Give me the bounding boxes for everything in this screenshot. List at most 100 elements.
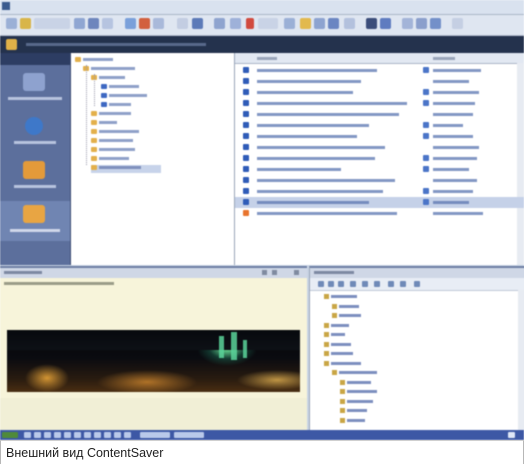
toolbar-icon[interactable]	[88, 18, 99, 29]
tree-node[interactable]	[91, 138, 133, 146]
pane-control-icon[interactable]	[262, 270, 267, 275]
start-button[interactable]	[2, 432, 18, 438]
toolbar-icon[interactable]	[374, 281, 380, 287]
toolbar-icon[interactable]	[388, 281, 394, 287]
property-item[interactable]	[332, 303, 359, 312]
list-item[interactable]	[235, 153, 524, 164]
toolbar-icon[interactable]	[300, 18, 311, 29]
toolbar-icon[interactable]	[153, 18, 164, 29]
taskbar-icon[interactable]	[44, 432, 51, 438]
taskbar-icon[interactable]	[64, 432, 71, 438]
list-item[interactable]	[235, 98, 524, 109]
menu-item[interactable]	[128, 1, 146, 4]
list-item[interactable]	[235, 175, 524, 186]
toolbar-icon[interactable]	[452, 18, 463, 29]
property-item[interactable]	[340, 389, 377, 397]
menu-item[interactable]	[22, 1, 40, 4]
list-item[interactable]	[235, 197, 524, 208]
pane-control-icon[interactable]	[272, 270, 277, 275]
list-item[interactable]	[235, 87, 524, 98]
menu-item[interactable]	[105, 1, 127, 4]
toolbar-icon[interactable]	[430, 18, 441, 29]
tree-node-selected[interactable]	[91, 165, 161, 173]
toolbar-icon[interactable]	[34, 18, 70, 29]
tree-node[interactable]	[101, 102, 131, 110]
tree-node[interactable]	[91, 111, 131, 119]
property-item[interactable]	[324, 322, 349, 331]
sidebar-item[interactable]	[0, 69, 70, 109]
toolbar-icon[interactable]	[380, 18, 391, 29]
properties-scrollbar[interactable]	[518, 290, 524, 430]
tree-node[interactable]	[101, 93, 147, 101]
taskbar-icon[interactable]	[84, 432, 91, 438]
sidebar-item[interactable]	[0, 157, 70, 197]
list-item[interactable]	[235, 164, 524, 175]
tree-node[interactable]	[91, 75, 125, 83]
sidebar-item[interactable]	[0, 201, 70, 241]
toolbar-icon[interactable]	[400, 281, 406, 287]
taskbar-icon[interactable]	[124, 432, 131, 438]
toolbar-icon[interactable]	[344, 18, 355, 29]
toolbar-icon[interactable]	[102, 18, 113, 29]
tree-node[interactable]	[83, 66, 135, 74]
toolbar-icon[interactable]	[258, 18, 278, 29]
list-item[interactable]	[235, 109, 524, 120]
list-item[interactable]	[235, 65, 524, 76]
property-item[interactable]	[324, 351, 353, 359]
list-item[interactable]	[235, 142, 524, 153]
taskbar-icon[interactable]	[24, 432, 31, 438]
taskbar-icon[interactable]	[54, 432, 61, 438]
toolbar-icon[interactable]	[74, 18, 85, 29]
property-item[interactable]	[332, 313, 361, 321]
property-item[interactable]	[324, 341, 351, 350]
toolbar-icon[interactable]	[402, 18, 413, 29]
tree-node[interactable]	[75, 57, 113, 65]
menu-item[interactable]	[42, 1, 60, 4]
taskbar-icon[interactable]	[174, 432, 204, 438]
column-header-domain[interactable]	[433, 57, 455, 60]
property-item[interactable]	[324, 360, 361, 369]
property-item[interactable]	[340, 408, 367, 416]
toolbar-icon[interactable]	[328, 18, 339, 29]
toolbar-icon[interactable]	[6, 39, 17, 50]
tree-node[interactable]	[91, 156, 129, 164]
list-item[interactable]	[235, 120, 524, 131]
toolbar-icon[interactable]	[414, 281, 420, 287]
list-item[interactable]	[235, 186, 524, 197]
list-item[interactable]	[235, 131, 524, 142]
toolbar-icon[interactable]	[366, 18, 377, 29]
toolbar-icon[interactable]	[314, 18, 325, 29]
menu-item[interactable]	[83, 1, 103, 4]
tree-node[interactable]	[91, 147, 135, 155]
taskbar-icon[interactable]	[104, 432, 111, 438]
toolbar-icon[interactable]	[6, 18, 17, 29]
sidebar-item[interactable]	[0, 113, 70, 153]
tree-node[interactable]	[101, 84, 139, 92]
tree-node[interactable]	[91, 129, 139, 137]
toolbar-icon[interactable]	[177, 18, 188, 29]
taskbar-icon[interactable]	[34, 432, 41, 438]
toolbar-icon[interactable]	[192, 18, 203, 29]
property-item[interactable]	[340, 417, 365, 426]
column-header-title[interactable]	[257, 57, 277, 60]
toolbar-icon[interactable]	[20, 18, 31, 29]
toolbar-icon[interactable]	[328, 281, 334, 287]
property-item[interactable]	[332, 370, 377, 378]
property-item[interactable]	[340, 398, 373, 407]
toolbar-icon[interactable]	[350, 281, 356, 287]
list-item[interactable]	[235, 76, 524, 87]
taskbar-icon[interactable]	[94, 432, 101, 438]
taskbar-icon[interactable]	[74, 432, 81, 438]
toolbar-icon[interactable]	[125, 18, 136, 29]
toolbar-icon[interactable]	[230, 18, 241, 29]
property-item[interactable]	[340, 379, 371, 388]
property-item[interactable]	[324, 332, 345, 340]
taskbar-icon[interactable]	[140, 432, 170, 438]
menu-item[interactable]	[61, 1, 81, 4]
toolbar-icon[interactable]	[338, 281, 344, 287]
taskbar-icon[interactable]	[114, 432, 121, 438]
list-item[interactable]	[235, 208, 524, 219]
toolbar-icon[interactable]	[246, 18, 254, 29]
toolbar-icon[interactable]	[139, 18, 150, 29]
toolbar-icon[interactable]	[362, 281, 368, 287]
